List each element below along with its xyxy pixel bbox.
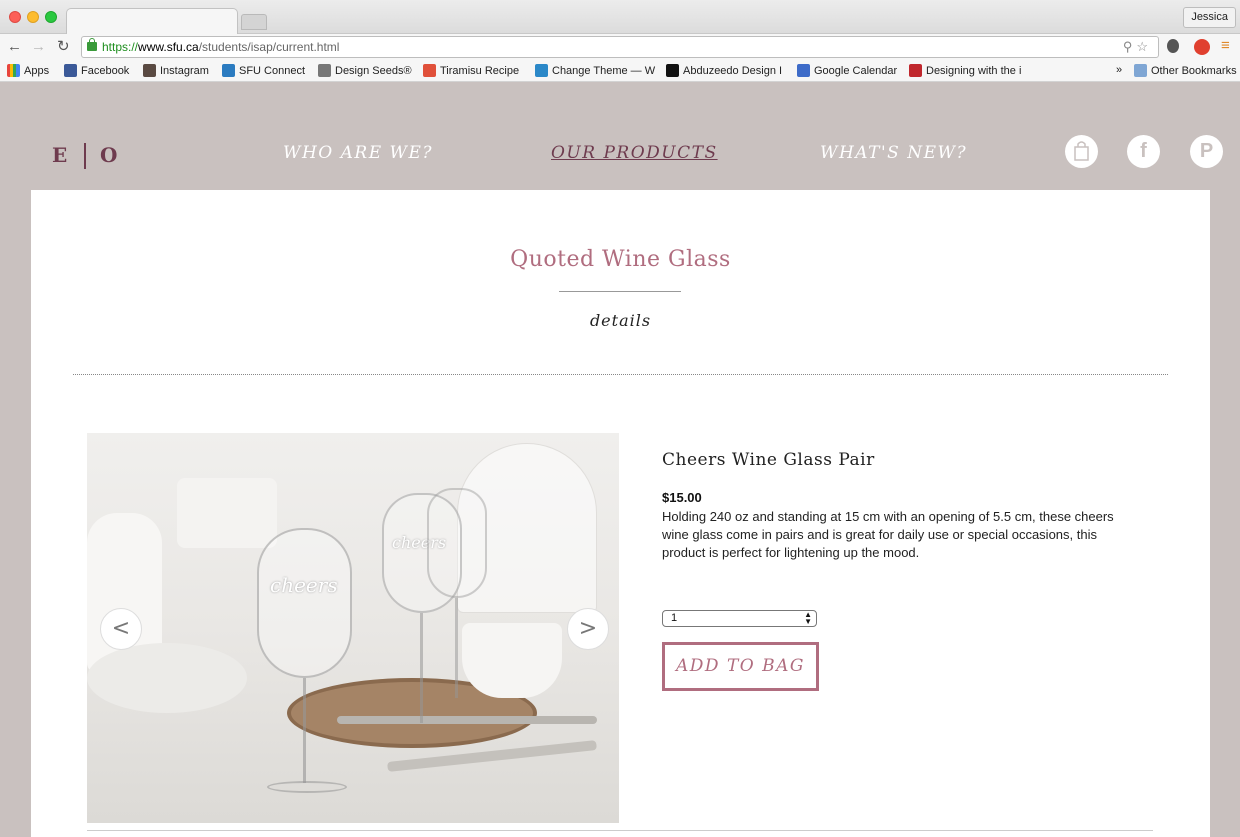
folder-icon xyxy=(1134,64,1147,77)
product-name: Cheers Wine Glass Pair xyxy=(662,450,875,470)
address-bar-icons: ⚲☆ xyxy=(1123,37,1152,57)
next-image-button[interactable]: > xyxy=(567,608,609,650)
abduzeedo-icon xyxy=(666,64,679,77)
page-title: Quoted Wine Glass xyxy=(510,247,731,272)
browser-tab-active[interactable] xyxy=(66,8,238,35)
bottom-divider xyxy=(87,830,1153,831)
forward-arrow-icon[interactable]: → xyxy=(31,38,46,56)
cup-shape xyxy=(462,623,562,698)
title-divider xyxy=(559,291,681,292)
wine-glass-stem xyxy=(303,678,306,783)
page-subtitle: details xyxy=(589,311,652,330)
wine-glass-stem-2 xyxy=(420,613,423,723)
bookmark-tiramisu[interactable]: Tiramisu Recipe xyxy=(423,64,519,77)
zoom-icon[interactable]: ⚲ xyxy=(1123,39,1137,54)
site-header: E O WHO ARE WE? OUR PRODUCTS WHAT'S NEW?… xyxy=(0,83,1240,190)
profile-button[interactable]: Jessica xyxy=(1183,7,1236,28)
quantity-select[interactable]: 1 ▲ ▼ xyxy=(662,610,817,627)
pinterest-icon[interactable]: P xyxy=(1190,135,1223,168)
calendar-icon xyxy=(797,64,810,77)
bookmarks-bar: Apps Facebook Instagram SFU Connect Desi… xyxy=(0,60,1240,82)
browser-toolbar: ← → ↻ https://www.sfu.ca/students/isap/c… xyxy=(0,34,1240,60)
bookmark-abduzeedo[interactable]: Abduzeedo Design I xyxy=(666,64,782,77)
product-panel: Quoted Wine Glass details cheers cheers … xyxy=(31,190,1210,837)
bookmark-designing-with[interactable]: Designing with the i xyxy=(909,64,1021,77)
bookmark-sfu-connect[interactable]: SFU Connect xyxy=(222,64,305,77)
bookmark-star-icon[interactable]: ☆ xyxy=(1136,39,1152,54)
product-image: cheers cheers < > xyxy=(87,433,619,823)
design-seeds-icon xyxy=(318,64,331,77)
nav-who-are-we[interactable]: WHO ARE WE? xyxy=(283,143,433,163)
reload-icon[interactable]: ↻ xyxy=(57,38,70,56)
logo-divider xyxy=(84,143,86,169)
bookmarks-overflow-button[interactable]: » xyxy=(1116,64,1122,76)
wine-glass-base xyxy=(267,781,347,793)
bookmark-facebook[interactable]: Facebook xyxy=(64,64,129,77)
other-bookmarks[interactable]: Other Bookmarks xyxy=(1134,64,1237,77)
minimize-window-button[interactable] xyxy=(27,11,39,23)
menu-icon[interactable]: ≡ xyxy=(1221,37,1230,55)
nav-our-products[interactable]: OUR PRODUCTS xyxy=(551,143,718,163)
quantity-value: 1 xyxy=(671,612,678,624)
close-window-button[interactable] xyxy=(9,11,21,23)
sfu-icon xyxy=(909,64,922,77)
nav-whats-new[interactable]: WHAT'S NEW? xyxy=(820,143,967,163)
plates-shape xyxy=(87,643,247,713)
apps-grid-icon xyxy=(7,64,20,77)
product-description: Holding 240 oz and standing at 15 cm wit… xyxy=(662,509,1114,560)
extension-drop-icon[interactable] xyxy=(1167,39,1179,53)
maximize-window-button[interactable] xyxy=(45,11,57,23)
facebook-icon xyxy=(64,64,77,77)
browser-titlebar: Jessica xyxy=(0,0,1240,35)
address-bar[interactable]: https://www.sfu.ca/students/isap/current… xyxy=(81,36,1159,58)
logo-left[interactable]: E xyxy=(52,143,67,167)
extension-power-icon[interactable] xyxy=(1194,39,1210,55)
shopping-bag-icon[interactable] xyxy=(1065,135,1098,168)
wine-glass-stem-3 xyxy=(455,598,458,698)
etched-text: cheers xyxy=(270,573,338,597)
bookmark-design-seeds[interactable]: Design Seeds® xyxy=(318,64,412,77)
bookmark-instagram[interactable]: Instagram xyxy=(143,64,209,77)
wine-glass-bowl-3 xyxy=(427,488,487,598)
add-to-bag-button[interactable]: ADD TO BAG xyxy=(662,642,819,691)
section-divider xyxy=(73,374,1168,375)
bookmark-change-theme[interactable]: Change Theme — W xyxy=(535,64,655,77)
bookmark-apps[interactable]: Apps xyxy=(7,64,49,77)
url-path: /students/isap/current.html xyxy=(198,40,340,54)
cake-stand-shape xyxy=(177,478,277,548)
logo-right[interactable]: O xyxy=(100,143,117,167)
wordpress-icon xyxy=(535,64,548,77)
url-host: www.sfu.ca xyxy=(138,40,199,54)
sfu-connect-icon xyxy=(222,64,235,77)
fork-shape xyxy=(337,716,597,724)
wine-glass-bowl xyxy=(257,528,352,678)
select-arrows-icon: ▲ ▼ xyxy=(804,610,812,626)
facebook-icon[interactable]: f xyxy=(1127,135,1160,168)
lock-icon xyxy=(87,38,97,51)
new-tab-button[interactable] xyxy=(241,14,267,30)
back-arrow-icon[interactable]: ← xyxy=(7,38,22,56)
product-price: $15.00 xyxy=(662,490,702,505)
prev-image-button[interactable]: < xyxy=(100,608,142,650)
bookmark-google-calendar[interactable]: Google Calendar xyxy=(797,64,897,77)
url-protocol: https:// xyxy=(102,40,139,54)
instagram-icon xyxy=(143,64,156,77)
tiramisu-icon xyxy=(423,64,436,77)
